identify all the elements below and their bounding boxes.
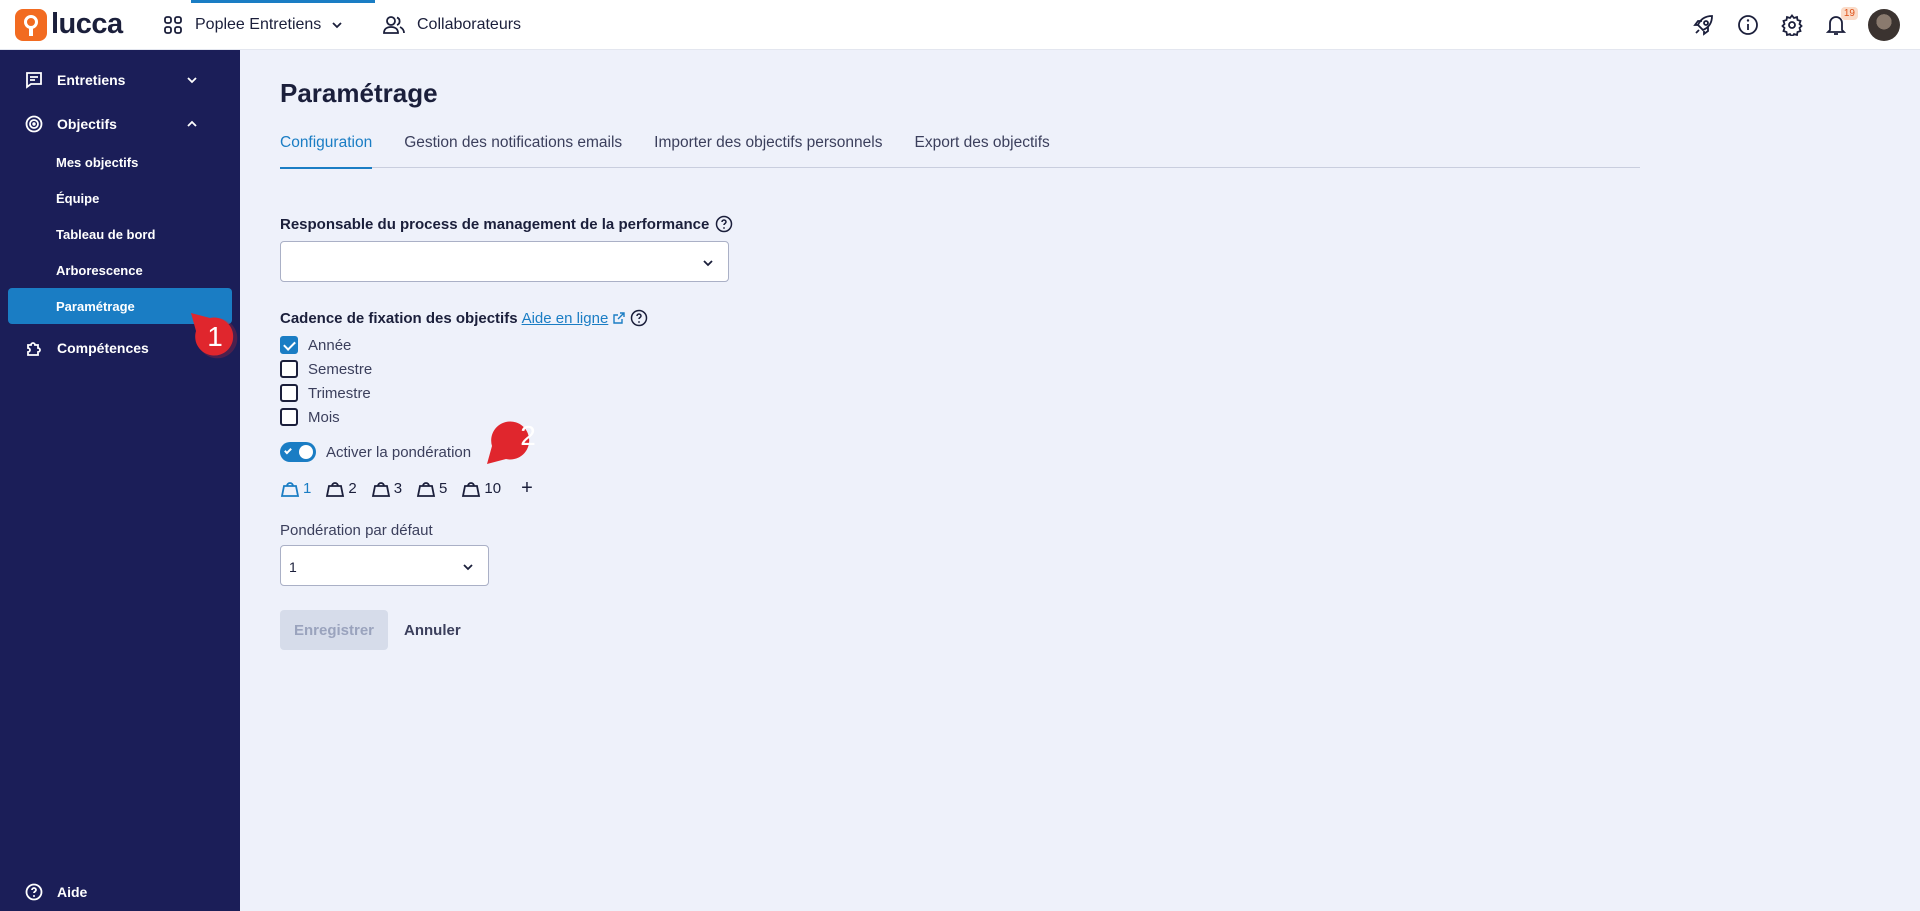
weight-value: 3 <box>393 480 403 497</box>
tab-notifications[interactable]: Gestion des notifications emails <box>404 131 622 168</box>
main-content: Paramétrage Configuration Gestion des no… <box>280 50 1640 650</box>
ponderation-toggle[interactable] <box>280 442 316 462</box>
weight-chip[interactable]: 5 <box>416 479 447 499</box>
cadence-label-text: Cadence de fixation des objectifs <box>280 309 518 327</box>
target-icon <box>25 115 43 133</box>
sidebar-item-label: Entretiens <box>57 72 126 88</box>
cancel-button[interactable]: Annuler <box>404 622 461 639</box>
toggle-label: Activer la pondération <box>326 443 472 461</box>
checkbox-annee[interactable]: Année <box>280 333 1640 357</box>
checkbox-label: Mois <box>308 408 340 426</box>
checkbox-checked[interactable] <box>280 336 298 354</box>
weight-chip[interactable]: 10 <box>461 479 501 499</box>
default-weight-label: Pondération par défaut <box>280 522 433 539</box>
sidebar-item-arborescence[interactable]: Arborescence <box>0 252 240 288</box>
weight-value: 2 <box>348 480 357 497</box>
tab-bar: Configuration Gestion des notifications … <box>280 131 1640 169</box>
weight-chip[interactable]: 3 <box>371 479 402 499</box>
chevron-down-icon <box>463 564 473 571</box>
checkbox[interactable] <box>280 360 298 378</box>
checkbox[interactable] <box>280 384 298 402</box>
aide-label: Aide <box>57 884 88 900</box>
tab-configuration[interactable]: Configuration <box>280 131 373 169</box>
collaborateurs-link[interactable]: Collaborateurs <box>375 0 529 50</box>
weight-icon <box>416 481 436 497</box>
top-bar: lucca Poplee Entretiens Collaborateurs 1… <box>0 0 1920 50</box>
notification-bell-icon[interactable]: 19 <box>1824 6 1858 37</box>
rocket-icon[interactable] <box>1692 13 1716 37</box>
cadence-label: Cadence de fixation des objectifs Aide e… <box>280 309 1640 327</box>
svg-text:1: 1 <box>207 321 223 352</box>
weight-value: 5 <box>439 480 448 497</box>
help-circle-icon[interactable] <box>630 309 648 327</box>
apps-grid-icon <box>164 15 182 34</box>
responsable-label-text: Responsable du process de management de … <box>280 215 710 233</box>
lucca-logo-icon <box>15 8 47 41</box>
sidebar-item-equipe[interactable]: Équipe <box>0 180 240 216</box>
collaborateurs-label: Collaborateurs <box>417 15 522 33</box>
sidebar-item-mes-objectifs[interactable]: Mes objectifs <box>0 144 240 180</box>
sidebar-item-aide[interactable]: Aide <box>25 883 87 901</box>
apps-label: Poplee Entretiens <box>195 15 322 33</box>
chevron-down-icon <box>332 21 342 28</box>
weight-value: 10 <box>484 480 502 497</box>
ponderation-toggle-row[interactable]: Activer la pondération <box>280 442 1640 462</box>
logo-text: lucca <box>51 8 123 40</box>
users-icon <box>383 15 405 34</box>
apps-menu[interactable]: Poplee Entretiens <box>155 0 375 50</box>
checkbox-mois[interactable]: Mois <box>280 405 1640 429</box>
form-actions: Enregistrer Annuler <box>280 610 1640 650</box>
external-link-icon[interactable] <box>612 311 626 325</box>
chevron-down-icon <box>187 77 197 84</box>
responsable-select[interactable] <box>280 241 729 282</box>
add-weight-button[interactable]: + <box>521 477 533 500</box>
weight-icon <box>326 481 345 497</box>
weight-icon <box>462 481 481 497</box>
responsable-label: Responsable du process de management de … <box>280 215 1640 233</box>
checkbox[interactable] <box>280 408 298 426</box>
checkbox-trimestre[interactable]: Trimestre <box>280 381 1640 405</box>
checkbox-label: Semestre <box>308 360 373 378</box>
sidebar-item-label: Compétences <box>57 340 149 356</box>
checkbox-label: Trimestre <box>308 384 371 402</box>
tab-export[interactable]: Export des objectifs <box>914 131 1049 168</box>
notification-badge: 19 <box>1840 6 1858 20</box>
weight-chip[interactable]: 2 <box>325 479 357 499</box>
weight-chip[interactable]: 1 <box>280 479 311 499</box>
save-button[interactable]: Enregistrer <box>280 610 388 650</box>
aide-en-ligne-link[interactable]: Aide en ligne <box>522 310 609 327</box>
gear-icon[interactable] <box>1780 13 1804 37</box>
chevron-down-icon <box>703 260 713 267</box>
sidebar-item-tableau-de-bord[interactable]: Tableau de bord <box>0 216 240 252</box>
weight-value: 1 <box>303 480 312 497</box>
weight-icon <box>280 481 300 497</box>
sidebar-item-entretiens[interactable]: Entretiens <box>0 60 240 100</box>
default-weight-value: 1 <box>289 559 297 575</box>
sidebar: Entretiens Objectifs Mes objectifs Équip… <box>0 50 240 911</box>
cadence-checkbox-list: Année Semestre Trimestre Mois <box>280 333 1640 429</box>
puzzle-icon <box>27 342 41 356</box>
lucca-logo[interactable]: lucca <box>15 8 135 41</box>
info-icon[interactable] <box>1736 13 1760 37</box>
step-marker-1: 1 <box>191 313 238 359</box>
checkbox-semestre[interactable]: Semestre <box>280 357 1640 381</box>
help-circle-icon[interactable] <box>715 215 733 233</box>
weight-icon <box>371 481 390 497</box>
chevron-up-icon <box>187 120 197 127</box>
weights-list: 1 2 3 5 10 + <box>280 477 1640 500</box>
page-title: Paramétrage <box>280 78 438 108</box>
checkbox-label: Année <box>308 336 352 354</box>
sidebar-item-objectifs[interactable]: Objectifs <box>0 104 240 144</box>
chat-icon <box>26 72 42 89</box>
default-weight-select[interactable]: 1 <box>280 545 489 586</box>
sidebar-item-label: Objectifs <box>57 116 117 132</box>
tab-import[interactable]: Importer des objectifs personnels <box>654 131 882 168</box>
help-circle-icon <box>25 883 43 901</box>
avatar[interactable] <box>1868 8 1900 41</box>
